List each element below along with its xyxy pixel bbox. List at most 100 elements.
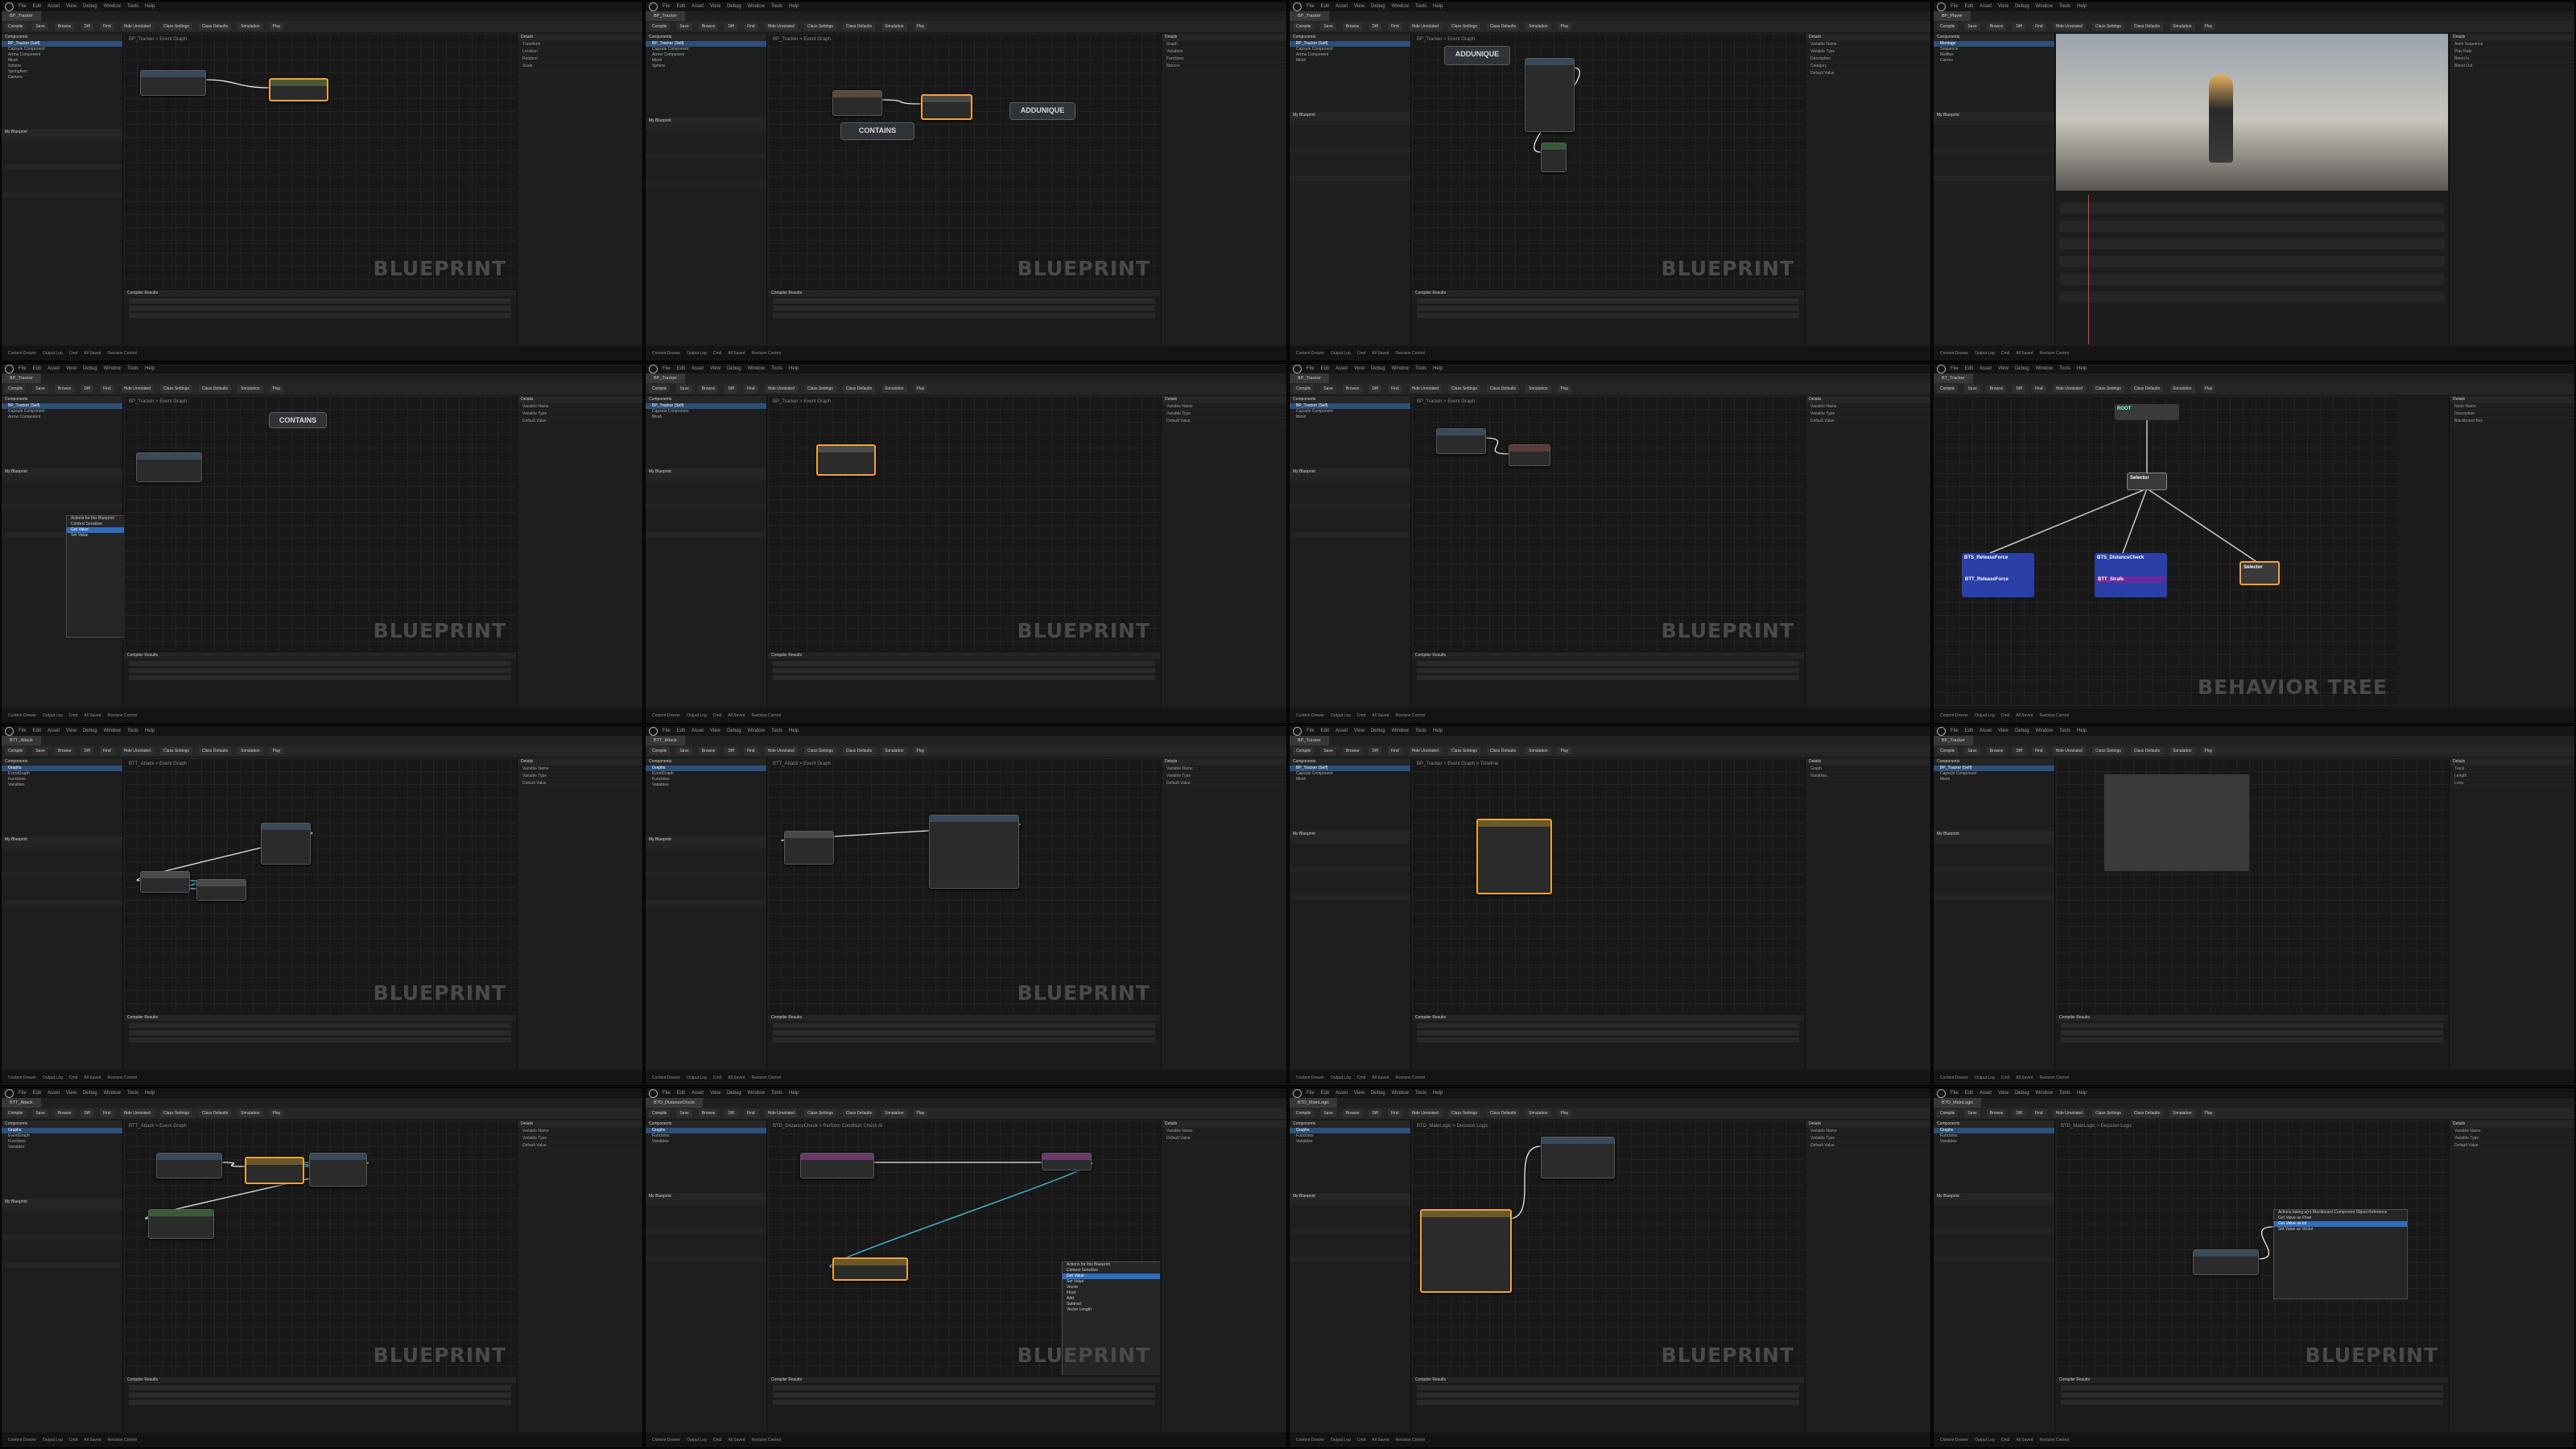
toolbar-class-settings-button[interactable]: Class Settings — [2091, 385, 2124, 393]
menu-item-edit[interactable]: Edit — [1321, 366, 1329, 371]
status-output-log[interactable]: Output Log — [687, 713, 707, 718]
blueprint-list-item[interactable] — [1290, 1217, 1410, 1223]
menu-item-help[interactable]: Help — [145, 366, 155, 371]
component-item[interactable]: Mesh — [1290, 415, 1410, 420]
blueprint-list-item[interactable] — [2, 889, 122, 894]
details-row[interactable]: Variable Name — [1806, 1128, 1930, 1135]
status-output-log[interactable]: Output Log — [1975, 1075, 1995, 1080]
menu-item-view[interactable]: View — [66, 4, 76, 9]
blueprint-node[interactable] — [1541, 142, 1567, 172]
status-content-drawer[interactable]: Content Drawer — [1940, 351, 1968, 356]
status-output-log[interactable]: Output Log — [43, 351, 63, 356]
toolbar-compile-button[interactable]: Compile — [1937, 23, 1959, 31]
blueprint-list-item[interactable] — [646, 493, 766, 498]
toolbar-hide-unrelated-button[interactable]: Hide Unrelated — [120, 23, 154, 31]
blueprint-list-item[interactable] — [2, 159, 122, 164]
blueprint-list-item[interactable] — [1290, 1223, 1410, 1228]
tab-asset[interactable]: BTT_Attack — [2, 736, 41, 745]
toolbar-class-defaults-button[interactable]: Class Defaults — [1486, 747, 1520, 755]
blueprint-list-item[interactable] — [1290, 900, 1410, 906]
menu-item-edit[interactable]: Edit — [1965, 366, 1973, 371]
menu-item-file[interactable]: File — [1951, 4, 1959, 9]
toolbar-save-button[interactable]: Save — [32, 747, 48, 755]
blueprint-list-item[interactable] — [2, 1245, 122, 1251]
status-cmd[interactable]: Cmd — [2001, 1075, 2010, 1080]
details-row[interactable]: Variable Type — [1162, 773, 1286, 780]
status-cmd[interactable]: Cmd — [69, 1075, 78, 1080]
blueprint-list-item[interactable] — [646, 1212, 766, 1217]
blueprint-list-item[interactable] — [2, 1274, 122, 1279]
toolbar-hide-unrelated-button[interactable]: Hide Unrelated — [2052, 23, 2086, 31]
toolbar-save-button[interactable]: Save — [1320, 1109, 1336, 1117]
toolbar-simulation-button[interactable]: Simulation — [881, 385, 907, 393]
blueprint-list-item[interactable] — [646, 877, 766, 883]
context-menu-item[interactable]: Get Value as Float — [2274, 1216, 2407, 1221]
graph-editor[interactable]: BTD_MainLogic > Decision Logic Actions t… — [2056, 1121, 2448, 1375]
blueprint-list-item[interactable] — [646, 164, 766, 170]
menu-item-asset[interactable]: Asset — [47, 1091, 60, 1096]
blueprint-list-item[interactable] — [2, 861, 122, 866]
blueprint-list-item[interactable] — [2, 1279, 122, 1285]
status-content-drawer[interactable]: Content Drawer — [1940, 1075, 1968, 1080]
toolbar-play-button[interactable]: Play — [913, 385, 928, 393]
details-row[interactable]: Variable Name — [1162, 766, 1286, 773]
menu-item-edit[interactable]: Edit — [1321, 4, 1329, 9]
menu-item-debug[interactable]: Debug — [727, 1091, 741, 1096]
blueprint-node[interactable] — [196, 879, 246, 901]
toolbar-simulation-button[interactable]: Simulation — [237, 1109, 263, 1117]
status-output-log[interactable]: Output Log — [1331, 713, 1351, 718]
menu-item-edit[interactable]: Edit — [677, 1091, 685, 1096]
blueprint-list-item[interactable] — [646, 906, 766, 911]
blueprint-list-item[interactable] — [1934, 164, 2054, 170]
graph-editor[interactable]: BP_Tracker > Event Graph BLUEPRINT — [768, 396, 1160, 650]
toolbar-class-settings-button[interactable]: Class Settings — [159, 1109, 192, 1117]
status-all-saved[interactable]: All Saved — [2016, 351, 2033, 356]
toolbar-class-settings-button[interactable]: Class Settings — [1447, 385, 1480, 393]
toolbar-browse-button[interactable]: Browse — [698, 747, 719, 755]
status-content-drawer[interactable]: Content Drawer — [1296, 713, 1324, 718]
menu-item-view[interactable]: View — [66, 366, 76, 371]
menu-item-edit[interactable]: Edit — [33, 1091, 41, 1096]
status-all-saved[interactable]: All Saved — [728, 351, 745, 356]
animation-viewport[interactable] — [2056, 34, 2448, 191]
toolbar-browse-button[interactable]: Browse — [1342, 23, 1363, 31]
status-output-log[interactable]: Output Log — [1975, 713, 1995, 718]
toolbar-class-defaults-button[interactable]: Class Defaults — [842, 1109, 876, 1117]
blueprint-list-item[interactable] — [1934, 861, 2054, 866]
blueprint-list-item[interactable] — [2, 136, 122, 142]
toolbar-find-button[interactable]: Find — [99, 747, 114, 755]
toolbar-simulation-button[interactable]: Simulation — [2169, 1109, 2195, 1117]
bt-task-node[interactable]: Selector — [2240, 561, 2280, 585]
toolbar-save-button[interactable]: Save — [1964, 747, 1980, 755]
toolbar-compile-button[interactable]: Compile — [649, 385, 671, 393]
toolbar-diff-button[interactable]: Diff — [80, 747, 93, 755]
blueprint-list-item[interactable] — [646, 917, 766, 923]
status-cmd[interactable]: Cmd — [69, 1438, 78, 1443]
component-item[interactable]: Sphere — [646, 64, 766, 69]
toolbar-browse-button[interactable]: Browse — [54, 385, 75, 393]
graph-editor[interactable]: BTT_Attack > Event Graph BLUEPRINT — [124, 1121, 516, 1375]
status-output-log[interactable]: Output Log — [1975, 1438, 1995, 1443]
menu-item-view[interactable]: View — [1998, 1091, 2008, 1096]
blueprint-list-item[interactable] — [2, 1262, 122, 1268]
status-revision-control[interactable]: Revision Control — [107, 1438, 137, 1443]
blueprint-list-item[interactable] — [1290, 1257, 1410, 1262]
toolbar-class-defaults-button[interactable]: Class Defaults — [198, 1109, 232, 1117]
menu-item-file[interactable]: File — [19, 729, 27, 733]
details-row[interactable]: Default Value — [1162, 1135, 1286, 1142]
menu-item-debug[interactable]: Debug — [727, 729, 741, 733]
blueprint-node[interactable] — [148, 1209, 214, 1239]
status-all-saved[interactable]: All Saved — [1372, 351, 1389, 356]
blueprint-list-item[interactable] — [2, 1217, 122, 1223]
component-item[interactable]: Capsule Component — [1290, 771, 1410, 777]
menu-item-debug[interactable]: Debug — [1371, 366, 1385, 371]
details-row[interactable]: Description — [2450, 411, 2574, 418]
status-all-saved[interactable]: All Saved — [2016, 1075, 2033, 1080]
blueprint-list-item[interactable] — [1290, 159, 1410, 164]
menu-item-asset[interactable]: Asset — [47, 366, 60, 371]
compiler-results-tab[interactable]: Compiler Results — [768, 652, 1160, 658]
toolbar-simulation-button[interactable]: Simulation — [2169, 23, 2195, 31]
toolbar-play-button[interactable]: Play — [913, 1109, 928, 1117]
blueprint-list-item[interactable] — [1934, 1228, 2054, 1234]
toolbar-hide-unrelated-button[interactable]: Hide Unrelated — [1408, 747, 1442, 755]
